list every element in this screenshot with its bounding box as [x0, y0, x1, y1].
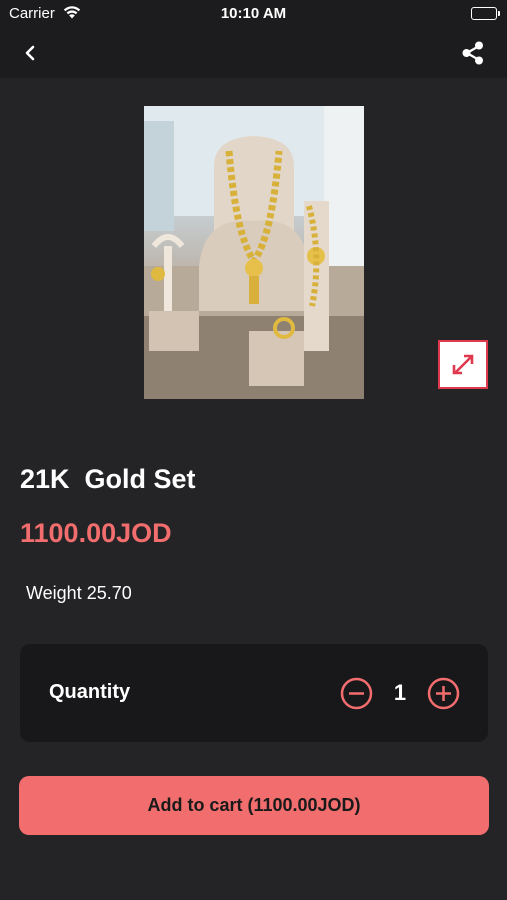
battery-icon [471, 7, 500, 20]
quantity-card: Quantity 1 [20, 644, 488, 742]
product-detail-screen: Carrier 10:10 AM 21K Gold Set 1100.00JOD… [0, 0, 507, 900]
add-to-cart-button[interactable]: Add to cart (1100.00JOD) [19, 776, 489, 835]
status-time: 10:10 AM [220, 5, 287, 22]
quantity-value: 1 [393, 680, 407, 705]
product-title: 21K Gold Set [20, 464, 196, 494]
jewelry-display-illustration [144, 106, 364, 399]
minus-circle-icon [340, 677, 373, 710]
product-weight: Weight 25.70 [26, 583, 132, 603]
chevron-left-icon [25, 45, 35, 61]
plus-circle-icon [427, 677, 460, 710]
back-button[interactable] [18, 40, 44, 66]
decrease-quantity-button[interactable] [340, 677, 373, 710]
share-icon [462, 41, 483, 65]
nav-bar [0, 28, 507, 78]
share-button[interactable] [459, 39, 487, 67]
product-image[interactable] [144, 106, 364, 399]
increase-quantity-button[interactable] [427, 677, 460, 710]
quantity-label: Quantity [49, 681, 131, 703]
expand-image-button[interactable] [438, 340, 488, 389]
status-bar: Carrier 10:10 AM [0, 0, 507, 28]
product-price: 1100.00JOD [20, 518, 172, 548]
expand-arrows-icon [452, 354, 474, 375]
